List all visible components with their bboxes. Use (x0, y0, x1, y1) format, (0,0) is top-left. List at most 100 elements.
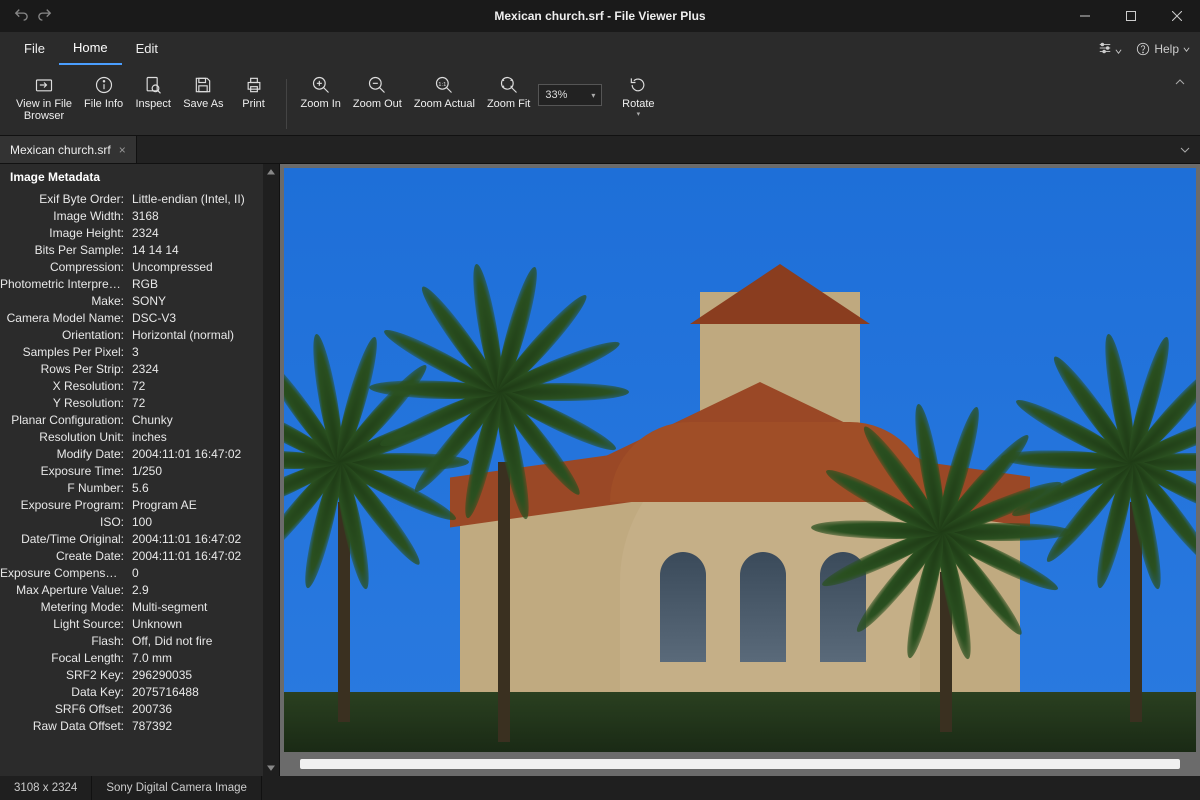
metadata-value: Chunky (128, 413, 279, 427)
metadata-row: Date/Time Original:2004:11:01 16:47:02 (0, 530, 279, 547)
metadata-row: Camera Model Name:DSC-V3 (0, 309, 279, 326)
metadata-row: Create Date:2004:11:01 16:47:02 (0, 547, 279, 564)
metadata-row: Make:SONY (0, 292, 279, 309)
metadata-value: 7.0 mm (128, 651, 279, 665)
metadata-key: Exposure Time: (0, 464, 128, 478)
metadata-value: 787392 (128, 719, 279, 733)
metadata-value: 2.9 (128, 583, 279, 597)
menu-edit[interactable]: Edit (122, 35, 172, 64)
metadata-row: Bits Per Sample:14 14 14 (0, 241, 279, 258)
save-as-button[interactable]: Save As (179, 72, 227, 112)
help-menu[interactable]: Help (1136, 42, 1190, 56)
metadata-key: Bits Per Sample: (0, 243, 128, 257)
collapse-ribbon-button[interactable] (1174, 72, 1194, 88)
zoom-in-button[interactable]: Zoom In (297, 72, 345, 112)
metadata-value: Uncompressed (128, 260, 279, 274)
metadata-key: Compression: (0, 260, 128, 274)
maximize-button[interactable] (1108, 0, 1154, 32)
metadata-row: Photometric Interpretat...:RGB (0, 275, 279, 292)
metadata-key: SRF2 Key: (0, 668, 128, 682)
settings-icon[interactable] (1098, 41, 1122, 58)
inspect-icon (143, 74, 163, 96)
metadata-row: Rows Per Strip:2324 (0, 360, 279, 377)
metadata-row: Samples Per Pixel:3 (0, 343, 279, 360)
undo-icon[interactable] (14, 7, 28, 26)
zoom-level-select[interactable]: 33% ▾ (538, 84, 602, 106)
view-in-file-browser-button[interactable]: View in File Browser (12, 72, 76, 124)
zoom-actual-icon: 1:1 (434, 74, 454, 96)
metadata-value: 14 14 14 (128, 243, 279, 257)
metadata-key: Samples Per Pixel: (0, 345, 128, 359)
metadata-value: 200736 (128, 702, 279, 716)
metadata-key: ISO: (0, 515, 128, 529)
rotate-button[interactable]: Rotate ▾ (616, 72, 660, 120)
document-tab[interactable]: Mexican church.srf × (0, 136, 137, 163)
status-dimensions: 3108 x 2324 (0, 776, 92, 800)
menu-file[interactable]: File (10, 35, 59, 64)
folder-arrow-icon (34, 74, 54, 96)
file-info-button[interactable]: File Info (80, 72, 127, 112)
metadata-key: X Resolution: (0, 379, 128, 393)
metadata-row: X Resolution:72 (0, 377, 279, 394)
horizontal-scrollbar[interactable] (284, 756, 1196, 772)
minimize-button[interactable] (1062, 0, 1108, 32)
document-tab-label: Mexican church.srf (10, 143, 111, 157)
zoom-actual-button[interactable]: 1:1 Zoom Actual (410, 72, 479, 112)
metadata-value: 2075716488 (128, 685, 279, 699)
inspect-button[interactable]: Inspect (131, 72, 175, 112)
metadata-key: Camera Model Name: (0, 311, 128, 325)
metadata-row: ISO:100 (0, 513, 279, 530)
metadata-row: Exif Byte Order:Little-endian (Intel, II… (0, 190, 279, 207)
metadata-key: Modify Date: (0, 447, 128, 461)
zoom-fit-button[interactable]: Zoom Fit (483, 72, 534, 112)
tab-overflow-button[interactable] (1180, 136, 1200, 163)
metadata-key: Make: (0, 294, 128, 308)
metadata-key: Create Date: (0, 549, 128, 563)
metadata-key: Data Key: (0, 685, 128, 699)
metadata-row: SRF2 Key:296290035 (0, 666, 279, 683)
scroll-down-icon[interactable] (263, 760, 279, 776)
metadata-key: Exposure Compensation: (0, 566, 128, 580)
metadata-row: Light Source:Unknown (0, 615, 279, 632)
titlebar: Mexican church.srf - File Viewer Plus (0, 0, 1200, 32)
metadata-row: Image Width:3168 (0, 207, 279, 224)
close-tab-icon[interactable]: × (119, 143, 126, 157)
metadata-key: SRF6 Offset: (0, 702, 128, 716)
rotate-icon (628, 74, 648, 96)
metadata-value: 1/250 (128, 464, 279, 478)
metadata-key: Exif Byte Order: (0, 192, 128, 206)
metadata-row: Resolution Unit:inches (0, 428, 279, 445)
image-viewer[interactable] (280, 164, 1200, 776)
zoom-out-button[interactable]: Zoom Out (349, 72, 406, 112)
metadata-row: Flash:Off, Did not fire (0, 632, 279, 649)
sidebar-scrollbar[interactable] (263, 164, 279, 776)
metadata-key: Focal Length: (0, 651, 128, 665)
statusbar: 3108 x 2324 Sony Digital Camera Image (0, 776, 1200, 800)
metadata-key: Raw Data Offset: (0, 719, 128, 733)
metadata-key: Max Aperture Value: (0, 583, 128, 597)
metadata-value: 2004:11:01 16:47:02 (128, 549, 279, 563)
metadata-row: Orientation:Horizontal (normal) (0, 326, 279, 343)
metadata-row: SRF6 Offset:200736 (0, 700, 279, 717)
metadata-value: 100 (128, 515, 279, 529)
metadata-value: Off, Did not fire (128, 634, 279, 648)
metadata-row: Image Height:2324 (0, 224, 279, 241)
print-button[interactable]: Print (232, 72, 276, 112)
metadata-value: 296290035 (128, 668, 279, 682)
zoom-in-icon (311, 74, 331, 96)
image-canvas[interactable] (284, 168, 1196, 752)
metadata-value: 5.6 (128, 481, 279, 495)
menu-home[interactable]: Home (59, 34, 122, 65)
metadata-value: 2324 (128, 362, 279, 376)
document-tabstrip: Mexican church.srf × (0, 136, 1200, 164)
redo-icon[interactable] (38, 7, 52, 26)
metadata-key: Date/Time Original: (0, 532, 128, 546)
metadata-value: 72 (128, 379, 279, 393)
scroll-up-icon[interactable] (263, 164, 279, 180)
close-button[interactable] (1154, 0, 1200, 32)
metadata-panel: Image Metadata Exif Byte Order:Little-en… (0, 164, 280, 776)
metadata-key: Light Source: (0, 617, 128, 631)
metadata-value: 2004:11:01 16:47:02 (128, 532, 279, 546)
svg-text:1:1: 1:1 (439, 82, 447, 88)
metadata-row: Modify Date:2004:11:01 16:47:02 (0, 445, 279, 462)
